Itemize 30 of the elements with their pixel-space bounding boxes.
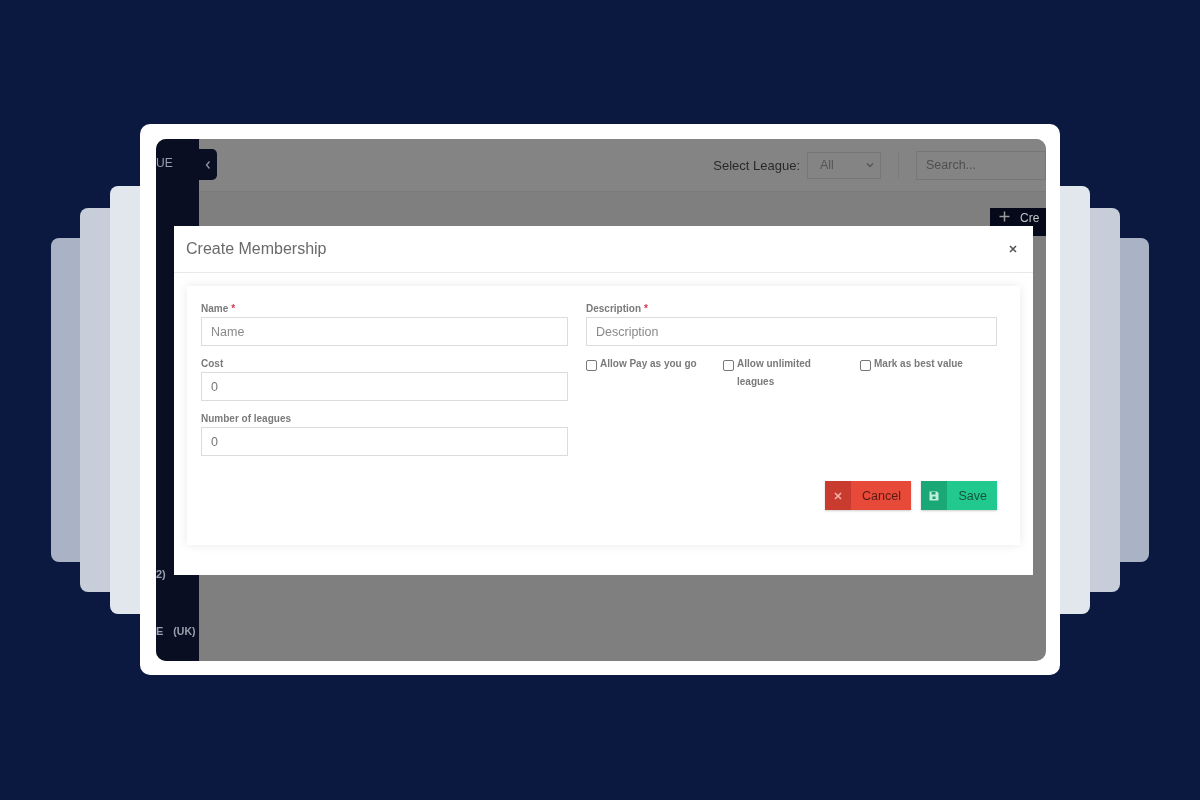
input-field[interactable]: Name bbox=[201, 317, 568, 346]
field-label: Description bbox=[586, 303, 641, 314]
checkbox-label: Allow Pay as you go bbox=[600, 357, 697, 371]
sidebar-item[interactable]: 2) bbox=[156, 568, 166, 580]
required-mark: * bbox=[231, 303, 236, 314]
select-label: Select League: bbox=[713, 157, 800, 173]
checkbox-label: Mark as best value bbox=[874, 357, 963, 371]
field-label: Number of leagues bbox=[201, 413, 292, 424]
modal-title: Create Membership bbox=[186, 240, 327, 258]
close-icon bbox=[834, 491, 843, 500]
save-button[interactable]: Save bbox=[921, 481, 997, 510]
field-label: Name bbox=[201, 303, 229, 314]
region-label: (UK) bbox=[173, 625, 196, 637]
chevron-left-icon bbox=[204, 159, 212, 170]
checkbox-label: Allow unlimited leagues bbox=[737, 357, 812, 389]
cancel-button[interactable]: Cancel bbox=[825, 481, 911, 510]
sidebar-item[interactable]: E bbox=[156, 625, 164, 637]
caret-icon bbox=[866, 162, 874, 168]
required-mark: * bbox=[644, 303, 648, 314]
field-label: Cost bbox=[201, 358, 224, 369]
input-field[interactable]: 0 bbox=[201, 372, 568, 401]
checkbox[interactable] bbox=[586, 360, 597, 371]
close-icon bbox=[1009, 245, 1017, 253]
plus-icon bbox=[999, 211, 1010, 222]
checkbox[interactable] bbox=[860, 360, 871, 371]
brand-text: UE bbox=[156, 156, 174, 170]
checkbox[interactable] bbox=[723, 360, 734, 371]
input-field[interactable]: Description bbox=[586, 317, 997, 346]
collapse-button[interactable] bbox=[199, 149, 217, 180]
input-field[interactable]: 0 bbox=[201, 427, 568, 456]
